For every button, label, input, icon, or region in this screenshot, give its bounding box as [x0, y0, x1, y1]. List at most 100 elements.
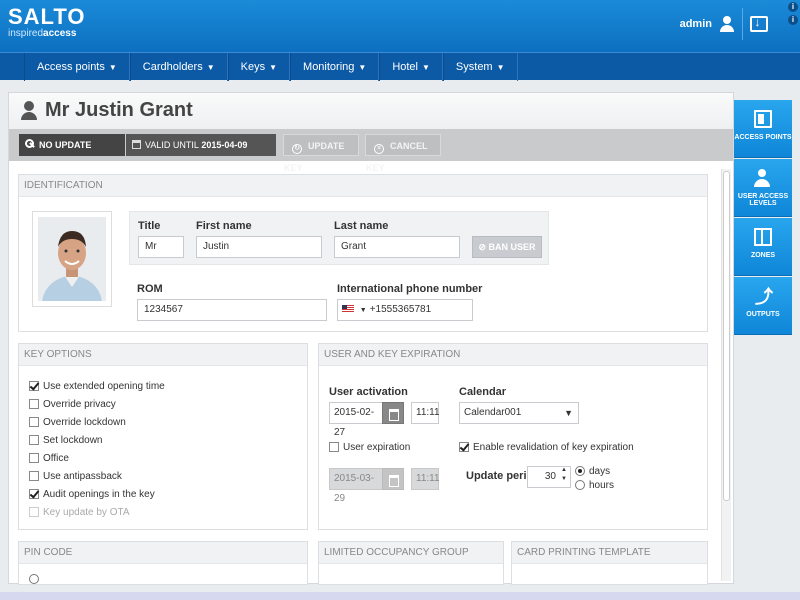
section-header: IDENTIFICATION [19, 175, 707, 197]
key-status-bar: NO UPDATE REQUIRED VALID UNTIL 2015-04-0… [9, 129, 733, 173]
radio[interactable] [29, 574, 39, 584]
tile-access-points[interactable]: ACCESS POINTS [734, 100, 792, 158]
option-audit-openings[interactable]: Audit openings in the key [29, 487, 155, 501]
option-key-update-ota: Key update by OTA [29, 505, 130, 519]
radio[interactable] [575, 466, 585, 476]
key-icon [25, 139, 35, 149]
zones-icon [754, 228, 772, 246]
calendar-label: Calendar [459, 386, 507, 398]
user-menu[interactable]: admin [680, 16, 734, 32]
chevron-down-icon: ▼ [422, 63, 430, 72]
checkbox[interactable] [29, 417, 39, 427]
calendar-icon[interactable] [382, 402, 404, 424]
user-icon [720, 16, 734, 32]
checkbox[interactable] [459, 442, 469, 452]
last-name-field[interactable]: Grant [334, 236, 460, 258]
nav-system[interactable]: System ▼ [442, 53, 518, 81]
calendar-icon [132, 140, 141, 149]
activation-date-field[interactable]: 2015-02-27 [329, 402, 385, 438]
brand-tagline: inspiredaccess [8, 28, 77, 39]
checkbox[interactable] [29, 435, 39, 445]
option-antipassback[interactable]: Use antipassback [29, 469, 122, 483]
info-icon[interactable]: i [788, 15, 798, 25]
logout-button[interactable] [742, 8, 774, 40]
rom-label: ROM [137, 283, 163, 295]
chevron-down-icon: ▼ [496, 63, 505, 72]
tile-user-access-levels[interactable]: USER ACCESS LEVELS [734, 159, 792, 217]
username: admin [679, 18, 712, 30]
option-override-privacy[interactable]: Override privacy [29, 397, 116, 411]
nav-cardholders[interactable]: Cardholders ▼ [129, 53, 228, 81]
door-icon [754, 110, 772, 128]
title-field[interactable]: Mr [138, 236, 184, 258]
checkbox[interactable] [329, 442, 339, 452]
option-override-lockdown[interactable]: Override lockdown [29, 415, 126, 429]
chevron-down-icon: ▼ [108, 63, 117, 72]
nav-keys[interactable]: Keys ▼ [227, 53, 291, 81]
checkbox[interactable] [29, 471, 39, 481]
update-period-stepper[interactable]: 30 ▲ ▼ [527, 466, 571, 488]
checkbox[interactable] [29, 399, 39, 409]
revalidation-toggle[interactable]: Enable revalidation of key expiration [459, 440, 634, 454]
pin-code-section: PIN CODE [18, 541, 308, 585]
calendar-select[interactable]: Calendar001 ▼ [459, 402, 579, 424]
section-header: CARD PRINTING TEMPLATE [512, 542, 707, 564]
expiration-time-field: 11:11 [411, 468, 440, 490]
no-update-badge: NO UPDATE REQUIRED [19, 134, 125, 172]
refresh-icon: ↻ [292, 144, 302, 154]
us-flag-icon[interactable] [342, 305, 354, 313]
title-label: Title [138, 220, 161, 232]
pin-option[interactable] [29, 572, 39, 586]
activation-time-field[interactable]: 11:11 [411, 402, 440, 424]
limited-occupancy-section: LIMITED OCCUPANCY GROUP [318, 541, 504, 585]
tile-zones[interactable]: ZONES [734, 218, 792, 276]
checkbox [29, 507, 39, 517]
checkbox[interactable] [29, 381, 39, 391]
user-photo [32, 211, 112, 307]
close-icon: × [374, 144, 384, 154]
cancel-key-button[interactable]: × CANCEL KEY [365, 134, 441, 173]
top-header: SALTO inspiredaccess admin i i [0, 0, 800, 52]
title-bar: Mr Justin Grant [9, 93, 733, 129]
expiration-date-field: 2015-03-29 [329, 468, 385, 504]
section-header: LIMITED OCCUPANCY GROUP [319, 542, 503, 564]
info-icon[interactable]: i [788, 2, 798, 12]
option-office[interactable]: Office [29, 451, 69, 465]
info-icons: i i [788, 2, 798, 25]
vertical-scrollbar[interactable] [721, 169, 731, 581]
section-header: PIN CODE [19, 542, 307, 564]
option-extended-opening[interactable]: Use extended opening time [29, 379, 165, 393]
nav-access-points[interactable]: Access points ▼ [24, 53, 130, 81]
nav-hotel[interactable]: Hotel ▼ [379, 53, 443, 81]
salto-logo: SALTO inspiredaccess [8, 6, 86, 40]
key-options-section: KEY OPTIONS Use extended opening time Ov… [18, 343, 308, 530]
unit-days-radio[interactable]: days [575, 464, 610, 478]
chevron-down-icon: ▼ [564, 408, 573, 418]
bottom-strip [0, 592, 800, 600]
unit-hours-radio[interactable]: hours [575, 478, 614, 492]
user-expiration-toggle[interactable]: User expiration [329, 440, 410, 454]
scroll-thumb[interactable] [723, 171, 730, 501]
checkbox[interactable] [29, 489, 39, 499]
ban-user-button[interactable]: ⊘ BAN USER [472, 236, 542, 258]
chevron-down-icon: ▼ [358, 63, 367, 72]
section-header: USER AND KEY EXPIRATION [319, 344, 707, 366]
stepper-arrows-icon[interactable]: ▲ ▼ [561, 466, 567, 484]
chevron-down-icon[interactable]: ▼ [360, 307, 367, 314]
card-printing-section: CARD PRINTING TEMPLATE [511, 541, 708, 585]
main-navigation: Access points ▼ Cardholders ▼ Keys ▼ Monito… [0, 52, 800, 81]
logout-icon [749, 15, 768, 32]
update-key-button[interactable]: ↻ UPDATE KEY [283, 134, 359, 173]
nav-monitoring[interactable]: Monitoring ▼ [290, 53, 380, 81]
option-set-lockdown[interactable]: Set lockdown [29, 433, 102, 447]
checkbox[interactable] [29, 453, 39, 463]
valid-until-badge: VALID UNTIL 2015-04-09 23:59:59 [126, 134, 276, 172]
brand-name: SALTO [8, 4, 86, 29]
last-name-label: Last name [334, 220, 389, 232]
tile-outputs[interactable]: OUTPUTS [734, 277, 792, 335]
phone-field[interactable]: ▼ +1555365781 [337, 299, 473, 321]
radio[interactable] [575, 480, 585, 490]
first-name-field[interactable]: Justin [196, 236, 322, 258]
rom-field[interactable]: 1234567 [137, 299, 327, 321]
chevron-down-icon: ▼ [206, 63, 215, 72]
